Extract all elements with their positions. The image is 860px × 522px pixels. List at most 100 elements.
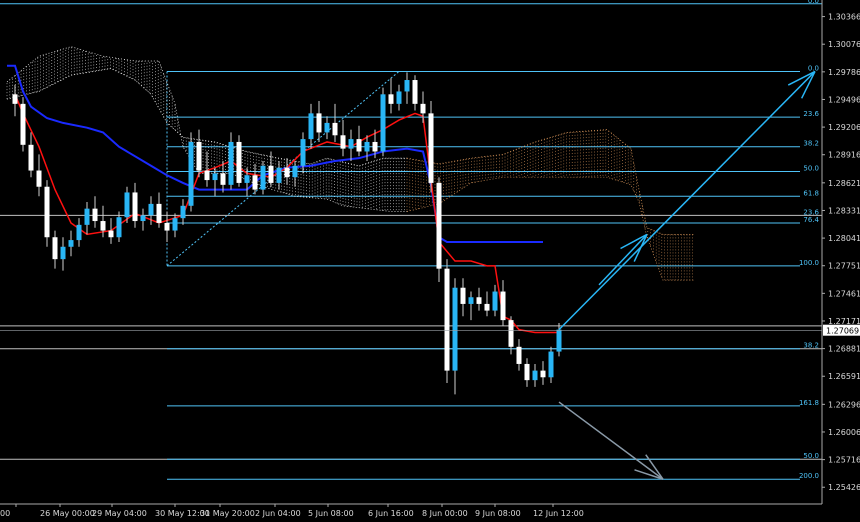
y-tick-label: 1.30366 xyxy=(828,13,860,22)
candle-body xyxy=(276,167,282,183)
y-tick-label: 1.26006 xyxy=(828,428,860,437)
candle-body xyxy=(84,208,90,225)
candle-body xyxy=(228,141,234,185)
candle-body xyxy=(44,186,50,238)
candle-body xyxy=(12,94,18,104)
y-tick-label: 1.29206 xyxy=(828,123,860,132)
x-tick-label: 00 xyxy=(0,509,10,518)
fib-label: 38.2 xyxy=(803,140,819,148)
candle-body xyxy=(100,221,106,231)
fib-label: 50.0 xyxy=(803,164,819,172)
candle-body xyxy=(348,139,354,149)
y-tick-label: 1.28621 xyxy=(828,179,860,188)
candle-body xyxy=(164,222,170,231)
candle-body xyxy=(540,370,546,378)
candle-body xyxy=(300,139,306,166)
y-tick-label: 1.29496 xyxy=(828,95,860,104)
x-tick-label: 31 May 20:00 xyxy=(200,509,255,518)
candle-body xyxy=(268,165,274,183)
candle-body xyxy=(196,141,202,171)
candle-body xyxy=(260,165,266,190)
candle-body xyxy=(332,122,338,136)
candle-body xyxy=(500,291,506,321)
candle-body xyxy=(460,287,466,304)
candle-body xyxy=(148,203,154,216)
fib-label: 76.4 xyxy=(803,216,819,224)
fib-label-top: 0.0 xyxy=(808,0,819,5)
y-tick-label: 1.27171 xyxy=(828,317,860,326)
candle-body xyxy=(508,320,514,347)
candle xyxy=(436,177,442,283)
y-tick-label: 1.28331 xyxy=(828,206,860,215)
candle-body xyxy=(388,94,394,104)
candle-body xyxy=(220,173,226,185)
candle-body xyxy=(20,103,26,145)
candle-body xyxy=(244,175,250,183)
y-tick-label: 1.28916 xyxy=(828,151,860,160)
fib-label: 0.0 xyxy=(808,64,819,72)
y-tick-label: 1.25716 xyxy=(828,456,860,465)
y-tick-label: 1.26591 xyxy=(828,372,860,381)
candle-body xyxy=(468,297,474,304)
y-tick-label: 1.26296 xyxy=(828,400,860,409)
candle-body xyxy=(284,167,290,178)
y-tick-label: 1.29786 xyxy=(828,68,860,77)
candle-body xyxy=(452,287,458,371)
candle-body xyxy=(356,139,362,152)
candle-body xyxy=(492,291,498,311)
candle-body xyxy=(204,170,210,181)
price-chart[interactable]: 0.0 0.0 23.6 38.2 50.0 61.8 76.4 100.0 23.6 38.2 1… xyxy=(0,0,860,522)
candle-body xyxy=(420,103,426,114)
candle-body xyxy=(444,268,450,371)
candle-body xyxy=(404,80,410,92)
candle-body xyxy=(28,144,34,171)
candle-body xyxy=(156,203,162,223)
candle-body xyxy=(140,215,146,222)
fib-label: 38.2 xyxy=(803,342,819,350)
fib-label: 200.0 xyxy=(799,472,819,480)
y-tick-label: 1.27751 xyxy=(828,262,860,271)
candle-body xyxy=(180,205,186,219)
candle xyxy=(236,135,242,187)
candle-body xyxy=(108,230,114,238)
candle xyxy=(380,87,386,157)
y-tick-label: 1.26881 xyxy=(828,345,860,354)
candle xyxy=(444,259,450,384)
candle-body xyxy=(68,240,74,247)
candle-body xyxy=(76,224,82,241)
candle xyxy=(428,100,434,193)
candle-body xyxy=(428,113,434,183)
candle-body xyxy=(324,122,330,133)
candle-body xyxy=(396,91,402,104)
fib-label: 23.6 xyxy=(803,110,819,118)
x-tick-label: 8 Jun 00:00 xyxy=(422,509,468,518)
chart-background xyxy=(0,0,860,522)
x-tick-label: 12 Jun 12:00 xyxy=(533,509,584,518)
candle-body xyxy=(516,346,522,364)
x-tick-label: 6 Jun 16:00 xyxy=(368,509,414,518)
x-tick-label: 5 Jun 08:00 xyxy=(308,509,354,518)
y-tick-label: 1.30076 xyxy=(828,40,860,49)
x-tick-label: 29 May 04:00 xyxy=(92,509,147,518)
x-tick-label: 9 Jun 08:00 xyxy=(475,509,521,518)
candle-body xyxy=(188,141,194,206)
candle-body xyxy=(52,237,58,260)
x-tick-label: 2 Jun 04:00 xyxy=(255,509,301,518)
candle-body xyxy=(548,351,554,378)
candle-body xyxy=(524,363,530,381)
candle xyxy=(44,180,50,247)
fib-label: 100.0 xyxy=(799,259,819,267)
y-tick-label: 1.27461 xyxy=(828,289,860,298)
candle-body xyxy=(556,329,562,352)
candle-body xyxy=(252,175,258,190)
candle-body xyxy=(36,170,42,187)
candle-body xyxy=(116,217,122,238)
candle-body xyxy=(380,94,386,152)
candle-body xyxy=(532,370,538,381)
fib-label: 50.0 xyxy=(803,452,819,460)
candle-body xyxy=(412,80,418,104)
candle-body xyxy=(236,141,242,183)
candle-body xyxy=(212,173,218,181)
candle-body xyxy=(476,297,482,304)
candle-body xyxy=(60,246,66,260)
